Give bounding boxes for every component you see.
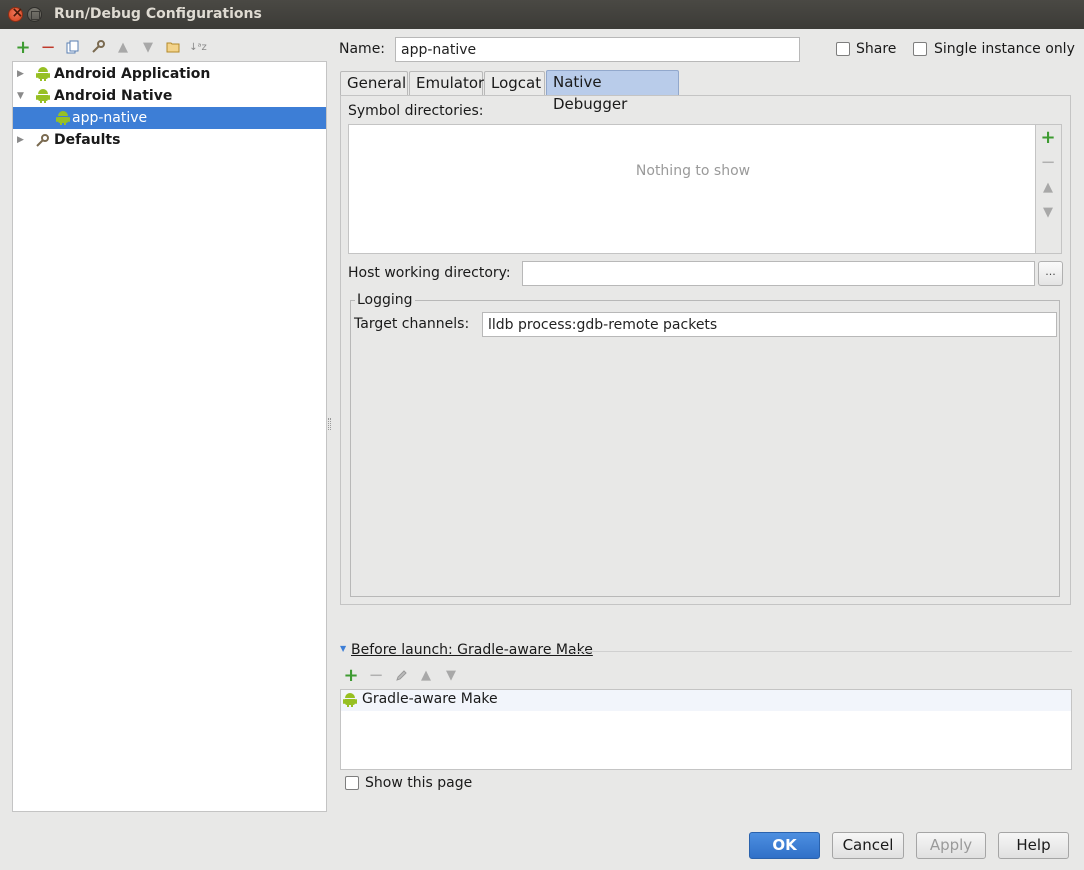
move-down-icon[interactable]: ▼ bbox=[442, 666, 460, 684]
tree-item-android-application[interactable]: ▶ Android Application bbox=[13, 63, 326, 85]
tree-item-android-native[interactable]: ▼ Android Native bbox=[13, 85, 326, 107]
wrench-icon[interactable] bbox=[89, 38, 107, 56]
folder-icon[interactable] bbox=[164, 38, 182, 56]
remove-icon[interactable]: − bbox=[1039, 152, 1057, 173]
copy-icon[interactable] bbox=[64, 38, 82, 56]
tree-item-label: Defaults bbox=[54, 132, 121, 148]
expand-arrow-icon[interactable]: ▶ bbox=[17, 63, 27, 85]
before-launch-title: Before launch: Gradle-aware Make bbox=[351, 642, 593, 658]
maximize-window-button[interactable] bbox=[27, 7, 42, 22]
add-icon[interactable]: + bbox=[1039, 127, 1057, 148]
android-icon bbox=[56, 111, 70, 125]
share-label: Share bbox=[856, 41, 897, 57]
move-down-icon[interactable]: ▼ bbox=[1039, 203, 1057, 221]
android-icon bbox=[36, 67, 50, 81]
edit-icon[interactable] bbox=[392, 666, 410, 684]
single-instance-label: Single instance only bbox=[934, 41, 1075, 57]
show-page-checkbox[interactable] bbox=[345, 776, 359, 790]
show-page-label: Show this page bbox=[365, 775, 473, 791]
help-button[interactable]: Help bbox=[998, 832, 1069, 859]
move-up-icon[interactable]: ▲ bbox=[417, 666, 435, 684]
collapse-arrow-icon[interactable]: ▼ bbox=[340, 644, 346, 653]
remove-icon[interactable]: − bbox=[367, 665, 385, 686]
title-bar: Run/Debug Configurations bbox=[0, 0, 1084, 29]
symbol-directories-toolbar: + − ▲ ▼ bbox=[1036, 124, 1062, 254]
tree-item-label: Android Native bbox=[54, 88, 173, 104]
target-channels-input[interactable] bbox=[482, 312, 1057, 337]
list-item[interactable]: Gradle-aware Make bbox=[341, 690, 1071, 711]
browse-button[interactable]: ... bbox=[1038, 261, 1063, 286]
tab-general[interactable]: General bbox=[340, 71, 408, 95]
logging-group bbox=[350, 300, 1060, 597]
name-input[interactable] bbox=[395, 37, 800, 62]
tree-item-defaults[interactable]: ▶ Defaults bbox=[13, 129, 326, 151]
tree-item-label: app-native bbox=[72, 110, 148, 126]
empty-list-text: Nothing to show bbox=[635, 163, 751, 179]
symbol-directories-list[interactable]: Nothing to show bbox=[348, 124, 1036, 254]
tree-item-app-native[interactable]: app-native bbox=[13, 107, 326, 129]
list-item-label: Gradle-aware Make bbox=[362, 691, 498, 707]
android-icon bbox=[36, 89, 50, 103]
single-instance-checkbox[interactable] bbox=[913, 42, 927, 56]
collapse-arrow-icon[interactable]: ▼ bbox=[17, 85, 27, 107]
target-channels-label: Target channels: bbox=[354, 316, 470, 332]
close-window-button[interactable] bbox=[8, 5, 23, 22]
window-title: Run/Debug Configurations bbox=[54, 6, 262, 22]
android-icon bbox=[343, 693, 357, 707]
tab-logcat[interactable]: Logcat bbox=[484, 71, 545, 95]
logging-title: Logging bbox=[355, 292, 415, 308]
before-launch-list: Gradle-aware Make bbox=[340, 689, 1072, 770]
share-checkbox[interactable] bbox=[836, 42, 850, 56]
name-label: Name: bbox=[339, 41, 386, 57]
add-icon[interactable]: + bbox=[342, 665, 360, 686]
move-down-icon[interactable]: ▼ bbox=[139, 38, 157, 56]
host-working-directory-label: Host working directory: bbox=[348, 265, 511, 281]
config-tree: ▶ Android Application ▼ Android Native a… bbox=[12, 61, 327, 812]
tree-item-label: Android Application bbox=[54, 66, 211, 82]
divider bbox=[572, 651, 1072, 652]
move-up-icon[interactable]: ▲ bbox=[1039, 178, 1057, 196]
tab-native-debugger[interactable]: Native Debugger bbox=[546, 70, 679, 113]
cancel-button[interactable]: Cancel bbox=[832, 832, 904, 859]
wrench-icon bbox=[35, 133, 50, 155]
ok-button[interactable]: OK bbox=[749, 832, 820, 859]
splitter-handle[interactable] bbox=[328, 418, 331, 430]
tab-emulator[interactable]: Emulator bbox=[409, 71, 484, 95]
move-up-icon[interactable]: ▲ bbox=[114, 38, 132, 56]
apply-button[interactable]: Apply bbox=[916, 832, 986, 859]
symbol-directories-label: Symbol directories: bbox=[348, 103, 484, 119]
add-icon[interactable]: + bbox=[14, 37, 32, 58]
sort-icon[interactable]: ↓ᵃz bbox=[189, 38, 207, 56]
expand-arrow-icon[interactable]: ▶ bbox=[17, 129, 27, 151]
host-working-directory-input[interactable] bbox=[522, 261, 1035, 286]
remove-icon[interactable]: − bbox=[39, 37, 57, 58]
